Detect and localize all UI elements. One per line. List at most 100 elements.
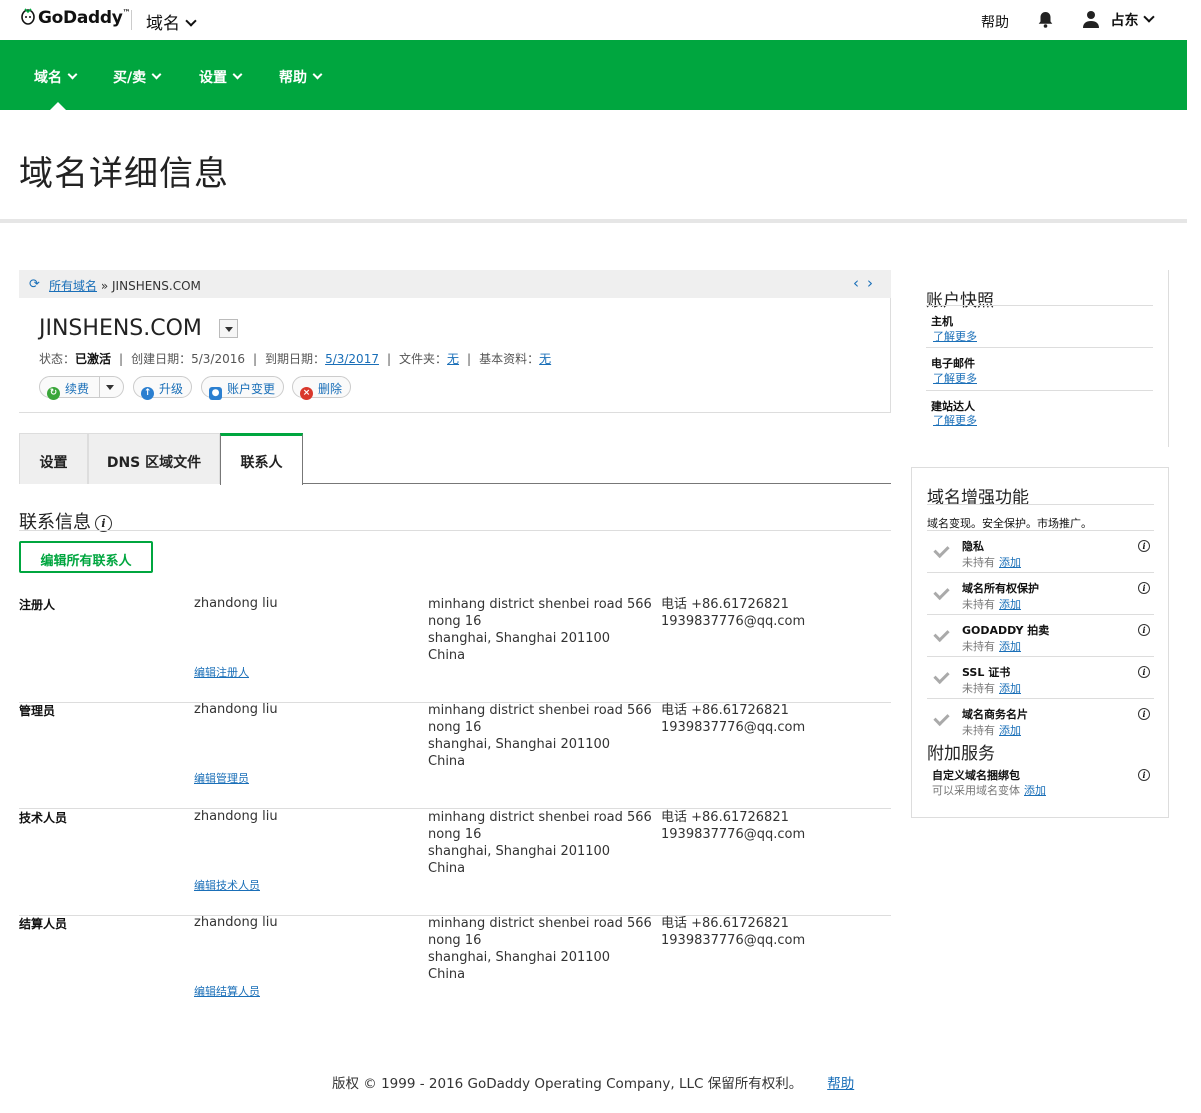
profile-label: 基本资料： [479,352,540,366]
info-icon[interactable]: i [1138,624,1150,636]
renew-label: 续费 [65,382,90,396]
tab-dns-zone-file[interactable]: DNS 区域文件 [88,433,220,484]
address-line: minhang district shenbei road 566 [428,703,652,718]
feature-auctions: GODADDY 拍卖 未持有 添加 i [927,614,1154,656]
feature-status-text: 未持有 [962,598,995,611]
checkmark-icon [933,709,950,727]
footer-help-link[interactable]: 帮助 [827,1076,854,1092]
info-icon[interactable]: i [1138,708,1150,720]
breadcrumb-all-domains[interactable]: 所有域名 [49,279,97,293]
divider [926,305,1153,306]
breadcrumb: ⟳ 所有域名 » JINSHENS.COM ‹› [19,270,891,298]
domain-menu-dropdown[interactable] [219,319,238,338]
logo-text: GoDaddy [38,8,123,28]
feature-title: 域名商务名片 [962,708,1028,721]
feature-status: 未持有 添加 [962,554,1021,570]
expires-label: 到期日期： [265,352,326,366]
account-change-button[interactable]: ● 账户变更 [201,376,285,400]
godaddy-logo[interactable]: GoDaddy™ [20,8,131,28]
profile-value[interactable]: 无 [539,352,551,366]
created-label: 创建日期： [131,352,192,366]
tab-contacts[interactable]: 联系人 [220,433,303,485]
delete-button[interactable]: × 删除 [292,376,352,400]
delete-icon: × [300,387,313,400]
domain-meta: 状态：已激活 | 创建日期：5/3/2016 | 到期日期：5/3/2017 | 文件夹：无… [39,352,552,366]
active-nav-caret [50,102,66,110]
domain-summary-card: ⟳ 所有域名 » JINSHENS.COM ‹› JINSHENS.COM 状态… [19,270,891,413]
feature-ssl: SSL 证书 未持有 添加 i [927,656,1154,698]
feature-status-text: 未持有 [962,556,995,569]
upgrade-icon: ↑ [141,387,154,400]
feature-status: 未持有 添加 [962,722,1021,738]
refresh-icon[interactable]: ⟳ [29,277,40,292]
feature-title: GODADDY 拍卖 [962,624,1050,637]
feature-status: 未持有 添加 [962,680,1021,696]
feature-ownership-protection: 域名所有权保护 未持有 添加 i [927,572,1154,614]
contact-row-technical: 技术人员 zhandong liu 编辑技术人员 minhang distric… [19,809,891,916]
info-icon[interactable]: i [1138,666,1150,678]
user-menu[interactable]: 占东 [1082,10,1156,30]
contact-phone: 电话 +86.61726821 [661,916,789,931]
add-custom-bundle-link[interactable]: 添加 [1024,784,1046,797]
account-change-label: 账户变更 [227,382,276,396]
add-privacy-link[interactable]: 添加 [999,556,1021,569]
snapshot-hosting-learn-more[interactable]: 了解更多 [933,328,977,344]
divider [0,219,1187,223]
snapshot-hosting-title: 主机 [931,315,953,328]
nav-label: 域名 [34,70,62,86]
info-icon[interactable]: i [1138,540,1150,552]
snapshot-builder-learn-more[interactable]: 了解更多 [933,412,977,428]
address-line: shanghai, Shanghai 201100 [428,737,611,752]
chevron-right-icon[interactable]: › [867,274,881,292]
product-switcher[interactable]: 域名 [146,9,197,34]
delete-label: 删除 [318,382,343,396]
bell-icon[interactable] [1038,11,1053,32]
nav-item-settings[interactable]: 设置 [199,67,243,87]
renew-button[interactable]: ↻ 续费 [39,376,124,400]
expires-value[interactable]: 5/3/2017 [325,352,379,366]
edit-billing-link[interactable]: 编辑结算人员 [194,983,260,999]
feature-status: 未持有 添加 [962,638,1021,654]
address-line: China [428,754,466,769]
contact-address: minhang district shenbei road 566 nong 16… [428,596,652,664]
edit-admin-link[interactable]: 编辑管理员 [194,770,249,786]
chevron-down-icon [1143,11,1156,23]
nav-item-buy-sell[interactable]: 买/卖 [113,67,162,87]
chevron-left-icon[interactable]: ‹ [853,274,867,292]
account-icon: ● [209,387,222,400]
contact-phone-email: 电话 +86.61726821 1939837776@qq.com [661,915,805,949]
contact-phone-email: 电话 +86.61726821 1939837776@qq.com [661,809,805,843]
info-icon[interactable]: i [1138,769,1150,781]
nav-label: 设置 [199,70,227,86]
add-ssl-link[interactable]: 添加 [999,682,1021,695]
chevron-down-icon [67,69,78,80]
address-line: shanghai, Shanghai 201100 [428,950,611,965]
add-ownership-protection-link[interactable]: 添加 [999,598,1021,611]
feature-title: SSL 证书 [962,666,1011,679]
upgrade-button[interactable]: ↑ 升级 [133,376,193,400]
edit-all-contacts-button[interactable]: 编辑所有联系人 [19,541,153,573]
nav-item-help[interactable]: 帮助 [279,67,323,87]
info-icon[interactable]: i [1138,582,1150,594]
address-line: minhang district shenbei road 566 [428,597,652,612]
add-auctions-link[interactable]: 添加 [999,640,1021,653]
tab-settings[interactable]: 设置 [19,433,88,484]
feature-business-card: 域名商务名片 未持有 添加 i [927,698,1154,740]
add-business-card-link[interactable]: 添加 [999,724,1021,737]
renew-icon: ↻ [47,387,60,400]
addon-custom-bundle: 自定义域名捆绑包 可以采用域名变体 添加 i [927,764,1154,806]
contact-address: minhang district shenbei road 566 nong 16… [428,702,652,770]
contact-role: 技术人员 [19,811,68,825]
upgrade-label: 升级 [159,382,184,396]
edit-registrant-link[interactable]: 编辑注册人 [194,664,249,680]
feature-status-text: 未持有 [962,724,995,737]
edit-technical-link[interactable]: 编辑技术人员 [194,877,260,893]
folder-value[interactable]: 无 [447,352,459,366]
feature-status-text: 未持有 [962,682,995,695]
product-label: 域名 [146,14,180,34]
help-link[interactable]: 帮助 [981,12,1009,32]
contact-phone-email: 电话 +86.61726821 1939837776@qq.com [661,596,805,630]
nav-item-domains[interactable]: 域名 [34,67,78,87]
feature-title: 域名所有权保护 [962,582,1039,595]
snapshot-email-learn-more[interactable]: 了解更多 [933,370,977,386]
